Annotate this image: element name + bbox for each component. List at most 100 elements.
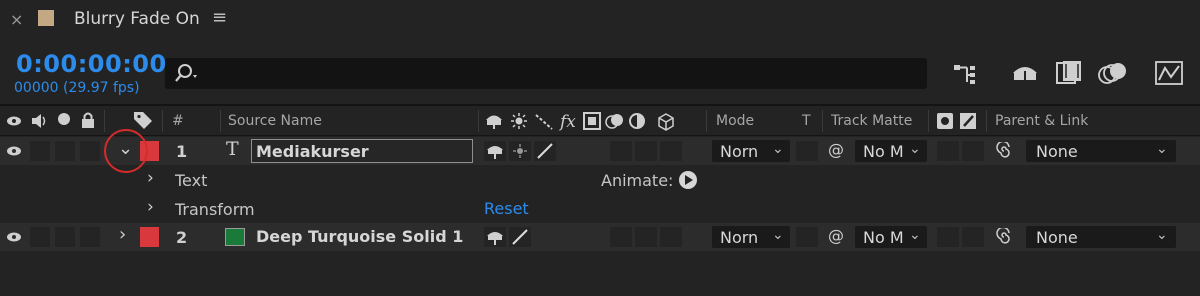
parent-pickwhip-icon[interactable] <box>994 142 1014 160</box>
property-row-transform[interactable]: › Transform Reset <box>0 195 1200 223</box>
layer-name[interactable]: Deep Turquoise Solid 1 <box>256 227 463 246</box>
chevron-down-icon: ⌄ <box>772 227 784 243</box>
property-row-text[interactable]: › Text Animate: <box>0 166 1200 194</box>
track-matte-pickwhip-icon[interactable]: @ <box>828 140 844 159</box>
column-divider <box>928 110 929 132</box>
matte-invert-icon[interactable] <box>959 112 977 130</box>
quality-icon <box>535 114 553 130</box>
blend-mode-value: Norn <box>720 142 759 161</box>
preserve-transparency-switch[interactable] <box>796 141 818 161</box>
frame-blend-icon <box>583 112 601 130</box>
blend-mode-dropdown[interactable]: Norn ⌄ <box>712 226 790 248</box>
close-tab-icon[interactable]: × <box>10 10 23 29</box>
layer-switches[interactable] <box>484 227 564 247</box>
layer-number: 2 <box>176 228 188 247</box>
layer-column-header: # Source Name fx Mode T Track Matte Pare… <box>0 106 1200 136</box>
3d-layer-icon <box>658 113 674 131</box>
layer-label-color[interactable] <box>140 227 159 247</box>
animate-play-icon[interactable] <box>679 171 697 189</box>
expand-chevron-right-icon[interactable]: › <box>147 168 154 188</box>
current-time-display[interactable]: 0:00:00:00 <box>16 50 167 78</box>
layer-search-input[interactable] <box>165 58 927 89</box>
solo-switch-icon[interactable] <box>58 113 70 125</box>
track-matte-pickwhip-icon[interactable]: @ <box>828 226 844 245</box>
matte-switch[interactable] <box>962 141 984 161</box>
solo-switch[interactable] <box>55 227 75 247</box>
audio-switch[interactable] <box>30 227 50 247</box>
switch-cell[interactable] <box>635 141 657 161</box>
chevron-down-icon: ⌄ <box>909 227 921 243</box>
preserve-transparency-switch[interactable] <box>796 227 818 247</box>
switch-cell[interactable] <box>660 227 682 247</box>
frame-count-display: 00000 (29.97 fps) <box>14 80 140 96</box>
lock-switch[interactable] <box>80 227 100 247</box>
video-switch-icon[interactable] <box>6 114 22 128</box>
motion-blur-switch-icon <box>605 114 623 129</box>
panel-menu-icon[interactable]: ≡ <box>212 7 227 28</box>
frame-blending-icon[interactable] <box>1052 58 1086 88</box>
column-divider <box>220 110 221 132</box>
switch-cell[interactable] <box>660 141 682 161</box>
chevron-down-icon: ⌄ <box>1156 141 1168 157</box>
switch-cell[interactable] <box>610 227 632 247</box>
column-divider <box>104 110 105 132</box>
parent-dropdown[interactable]: None ⌄ <box>1026 226 1176 248</box>
property-label-text[interactable]: Text <box>175 171 207 190</box>
layer-name: Mediakurser <box>256 142 369 161</box>
parent-dropdown[interactable]: None ⌄ <box>1026 140 1176 162</box>
highlight-circle-annotation <box>104 129 148 173</box>
chevron-down-icon: ⌄ <box>1156 227 1168 243</box>
mode-header[interactable]: Mode <box>716 113 754 129</box>
audio-switch-icon[interactable] <box>30 112 48 130</box>
switch-cell[interactable] <box>635 227 657 247</box>
adjustment-layer-icon <box>629 113 645 129</box>
reset-link[interactable]: Reset <box>484 199 529 218</box>
expand-chevron-right-icon[interactable]: › <box>147 197 154 217</box>
layer-number-header[interactable]: # <box>172 113 184 129</box>
layer-row[interactable]: › 2 Deep Turquoise Solid 1 Norn ⌄ @ No M… <box>0 223 1200 251</box>
parent-link-header[interactable]: Parent & Link <box>995 113 1088 129</box>
column-divider <box>706 110 707 132</box>
chevron-down-icon: ⌄ <box>909 141 921 157</box>
visibility-eye-icon[interactable] <box>6 230 22 244</box>
animate-label[interactable]: Animate: <box>601 171 673 190</box>
visibility-eye-icon[interactable] <box>6 144 22 158</box>
composition-flowchart-icon[interactable] <box>950 58 984 88</box>
audio-switch[interactable] <box>30 141 50 161</box>
blend-mode-dropdown[interactable]: Norn ⌄ <box>712 140 790 162</box>
column-divider <box>478 110 479 132</box>
parent-value: None <box>1036 142 1078 161</box>
lock-switch[interactable] <box>80 141 100 161</box>
label-tag-icon[interactable] <box>132 110 154 130</box>
shy-icon <box>486 115 502 129</box>
parent-pickwhip-icon[interactable] <box>994 228 1014 246</box>
column-divider <box>162 110 163 132</box>
layer-name-field[interactable]: Mediakurser <box>251 139 473 163</box>
graph-editor-icon[interactable] <box>1152 58 1186 88</box>
blend-mode-value: Norn <box>720 228 759 247</box>
lock-switch-icon[interactable] <box>80 111 96 129</box>
draft-3d-icon[interactable] <box>1008 58 1042 88</box>
track-matte-header[interactable]: Track Matte <box>831 113 912 129</box>
search-icon[interactable] <box>174 62 204 84</box>
solo-switch[interactable] <box>55 141 75 161</box>
column-divider <box>986 110 987 132</box>
matte-switch[interactable] <box>937 141 959 161</box>
matte-alpha-icon[interactable] <box>937 113 953 129</box>
expand-chevron-right-icon[interactable]: › <box>119 224 126 245</box>
switch-cell[interactable] <box>610 141 632 161</box>
matte-switch[interactable] <box>937 227 959 247</box>
text-layer-type-icon: T <box>226 138 239 160</box>
matte-switch[interactable] <box>962 227 984 247</box>
track-matte-dropdown[interactable]: No M ⌄ <box>855 226 927 248</box>
track-matte-dropdown[interactable]: No M ⌄ <box>855 140 927 162</box>
composition-color-swatch <box>38 10 54 26</box>
composition-tab-title[interactable]: Blurry Fade On <box>74 9 200 29</box>
source-name-header[interactable]: Source Name <box>228 113 322 129</box>
layer-switches[interactable] <box>484 141 564 161</box>
property-label-transform[interactable]: Transform <box>175 200 255 219</box>
layer-switches-header: fx <box>486 112 674 131</box>
motion-blur-icon[interactable] <box>1096 58 1130 88</box>
preserve-transparency-header[interactable]: T <box>802 113 811 129</box>
layer-row[interactable]: ⌄ 1 T Mediakurser Norn ⌄ @ No M ⌄ None ⌄ <box>0 137 1200 165</box>
